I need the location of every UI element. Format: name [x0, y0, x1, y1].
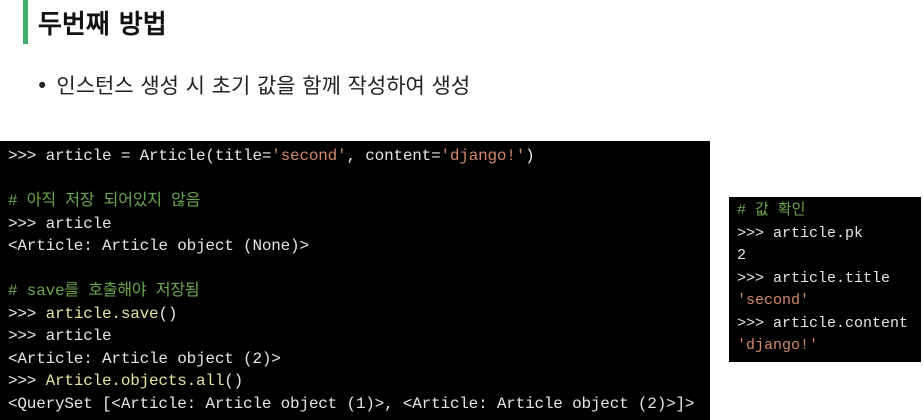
code-line: 'django!' [737, 335, 921, 358]
code-line: >>> article [8, 325, 710, 348]
code-token-plain: >>> [8, 304, 46, 323]
code-line: >>> article.pk [737, 223, 921, 246]
bullet-dot: • [36, 74, 49, 98]
code-token-plain: () [158, 304, 178, 323]
code-token-plain: , content= [346, 147, 441, 165]
code-token-plain: ) [525, 147, 535, 165]
code-block-main: >>> article = Article(title='second', co… [0, 141, 710, 420]
code-token-plain: () [224, 372, 244, 390]
code-line: >>> article.save() [8, 303, 710, 326]
code-line: # 아직 저장 되어있지 않음 [8, 190, 710, 213]
code-line: >>> article = Article(title='second', co… [8, 145, 710, 168]
code-line: <QuerySet [<Article: Article object (1)>… [8, 393, 710, 416]
code-token-str: 'second' [271, 147, 347, 165]
code-token-plain: <Article: Article object (2)> [8, 349, 281, 368]
code-line: >>> Article.objects.all() [8, 370, 710, 393]
code-token-comment: # 값 확인 [737, 202, 806, 219]
code-block-value-check: # 값 확인 >>> article.pk 2 >>> article.title 's… [729, 197, 921, 362]
page-title: 두번째 방법 [38, 10, 167, 40]
code-line: >>> article.content [737, 313, 921, 336]
code-line: >>> article [8, 213, 710, 236]
title-accent-bar [23, 0, 28, 44]
code-line: >>> article.title [737, 268, 921, 291]
code-token-str: 'second' [737, 292, 810, 309]
code-token-plain: >>> article.title [737, 269, 891, 287]
code-line: # 값 확인 [737, 200, 921, 223]
code-token-plain: >>> [8, 372, 46, 390]
code-token-plain: >>> article.pk [737, 224, 864, 242]
code-token-str: 'django!' [440, 147, 526, 165]
code-line: 2 [737, 245, 921, 268]
code-line: <Article: Article object (2)> [8, 348, 710, 371]
code-token-plain: >>> article = Article(title= [8, 147, 272, 165]
code-token-comment: # save를 호출해야 저장됨 [8, 282, 200, 300]
code-token-plain: <QuerySet [<Article: Article object (1)>… [8, 394, 695, 413]
bullet-item: • 인스턴스 생성 시 초기 값을 함께 작성하여 생성 [36, 70, 470, 100]
code-token-call: Article.objects.all [45, 372, 225, 390]
code-line: <Article: Article object (None)> [8, 235, 710, 258]
code-line: # save를 호출해야 저장됨 [8, 280, 710, 303]
code-token-comment: # 아직 저장 되어있지 않음 [8, 192, 201, 210]
code-line: 'second' [737, 290, 921, 313]
code-token-plain: >>> article [8, 214, 112, 233]
code-token-call: article.save [45, 304, 159, 323]
bullet-text: 인스턴스 생성 시 초기 값을 함께 작성하여 생성 [56, 74, 471, 98]
code-token-plain: >>> article [8, 327, 112, 345]
code-token-plain: >>> article.content [737, 314, 909, 332]
code-token-plain: 2 [737, 247, 747, 264]
code-token-str: 'django!' [737, 337, 819, 354]
code-token-plain: <Article: Article object (None)> [8, 237, 309, 255]
